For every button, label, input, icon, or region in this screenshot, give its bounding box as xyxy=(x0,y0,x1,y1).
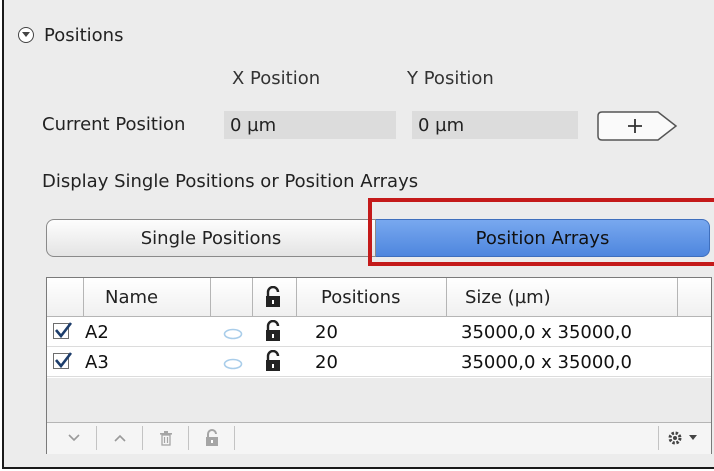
row-name: A2 xyxy=(85,321,109,343)
table-row[interactable]: A3 20 35000,0 x 35000,0 xyxy=(47,347,711,377)
move-down-button[interactable] xyxy=(51,426,97,450)
gear-icon xyxy=(668,431,682,445)
row-size: 35000,0 x 35000,0 xyxy=(461,321,632,343)
unlock-icon xyxy=(205,429,218,446)
y-position-field[interactable]: 0 µm xyxy=(412,111,578,139)
chevron-down-icon xyxy=(67,434,80,442)
table-toolbar xyxy=(47,422,711,454)
table-header: Name Positions Size (µm) xyxy=(47,278,711,317)
position-arrays-table: Name Positions Size (µm) A2 20 35000,0 x… xyxy=(46,277,712,454)
row-checkbox[interactable] xyxy=(53,352,73,369)
row-positions: 20 xyxy=(315,351,338,373)
column-header-positions[interactable]: Positions xyxy=(321,278,400,316)
visibility-icon[interactable] xyxy=(223,325,243,344)
row-checkbox[interactable] xyxy=(53,322,73,339)
delete-button[interactable] xyxy=(143,426,189,450)
lock-toggle-button[interactable] xyxy=(189,426,235,450)
column-header-size[interactable]: Size (µm) xyxy=(465,278,551,316)
collapse-circle-icon[interactable] xyxy=(18,27,34,43)
unlock-icon[interactable] xyxy=(265,349,281,376)
trash-icon xyxy=(159,431,172,446)
table-empty-area xyxy=(47,378,711,422)
display-mode-label: Display Single Positions or Position Arr… xyxy=(42,171,419,192)
column-header-name[interactable]: Name xyxy=(105,278,158,316)
single-positions-button[interactable]: Single Positions xyxy=(46,219,376,257)
lock-header-icon[interactable] xyxy=(265,278,281,316)
section-title: Positions xyxy=(44,24,124,46)
chevron-up-icon xyxy=(113,434,126,442)
x-position-label: X Position xyxy=(232,68,321,89)
add-position-button[interactable] xyxy=(596,110,680,142)
table-row[interactable]: A2 20 35000,0 x 35000,0 xyxy=(47,317,711,347)
row-positions: 20 xyxy=(315,321,338,343)
section-header[interactable]: Positions xyxy=(18,20,123,50)
visibility-icon[interactable] xyxy=(223,355,243,374)
positions-panel: Positions X Position Y Position Current … xyxy=(2,0,714,469)
x-position-field[interactable]: 0 µm xyxy=(224,111,396,139)
chevron-down-icon xyxy=(689,435,697,440)
move-up-button[interactable] xyxy=(97,426,143,450)
unlock-icon[interactable] xyxy=(265,319,281,346)
position-arrays-button[interactable]: Position Arrays xyxy=(376,219,710,257)
current-position-label: Current Position xyxy=(42,114,186,135)
y-position-label: Y Position xyxy=(407,68,494,89)
settings-menu-button[interactable] xyxy=(658,426,705,450)
row-name: A3 xyxy=(85,351,109,373)
row-size: 35000,0 x 35000,0 xyxy=(461,351,632,373)
